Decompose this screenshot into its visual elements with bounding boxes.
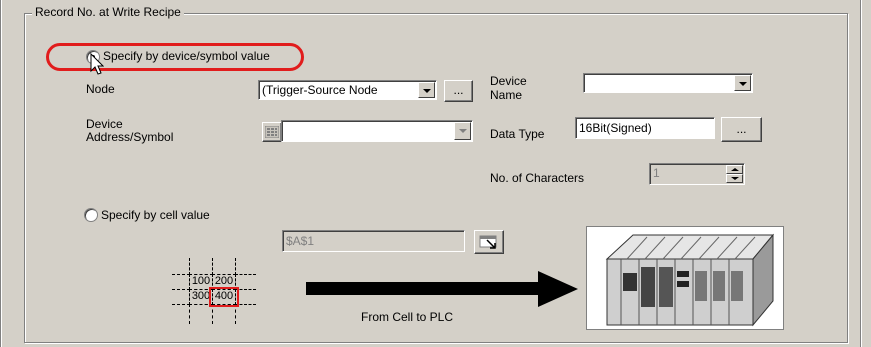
device-name-label-line1: Device (490, 74, 527, 88)
chevron-down-icon (423, 89, 431, 93)
select-range-icon (479, 235, 497, 249)
chevron-down-icon (459, 129, 467, 133)
cell-select-button[interactable] (474, 230, 504, 254)
node-dropdown-button[interactable] (418, 82, 435, 98)
sheet-cell (212, 304, 236, 324)
num-chars-label: No. of Characters (490, 171, 585, 185)
chevron-up-icon (731, 168, 739, 171)
sheet-cell (172, 258, 190, 275)
sheet-cell (235, 304, 256, 324)
cell-highlight (209, 287, 239, 307)
node-label: Node (86, 82, 115, 96)
arrow-right-icon (538, 271, 578, 307)
group-title: Record No. at Write Recipe (32, 5, 184, 19)
device-address-combo[interactable] (281, 120, 473, 142)
chevron-down-icon (739, 82, 747, 86)
spin-down-button[interactable] (726, 174, 743, 183)
left-border-highlight (1, 0, 2, 347)
device-name-label-line2: Name (490, 88, 523, 102)
plc-image-frame (586, 226, 784, 330)
chevron-down-icon (731, 177, 739, 180)
device-name-combo[interactable] (583, 73, 753, 93)
address-input-keypad-button (262, 122, 282, 142)
node-combo[interactable]: (Trigger-Source Node (258, 80, 437, 100)
data-type-label: Data Type (490, 127, 545, 141)
device-name-dropdown-button[interactable] (734, 75, 751, 91)
right-border-highlight (861, 0, 862, 347)
radio-cell-value-label: Specify by cell value (101, 208, 210, 222)
keypad-icon (264, 125, 280, 139)
plc-icon (605, 233, 775, 327)
sheet-cell (172, 289, 190, 305)
radio-cell-value[interactable] (84, 208, 98, 222)
device-address-dropdown-button[interactable] (454, 122, 471, 140)
sheet-cell (189, 304, 213, 324)
num-chars-value: 1 (653, 166, 660, 180)
node-browse-button[interactable]: ... (444, 80, 473, 102)
device-address-label-line2: Address/Symbol (86, 130, 174, 144)
sheet-cell (189, 258, 213, 275)
arrow-caption: From Cell to PLC (361, 310, 454, 324)
mouse-cursor-icon (90, 53, 104, 75)
sheet-cell (212, 258, 236, 275)
sheet-cell (235, 258, 256, 275)
highlight-oval (46, 43, 304, 71)
node-value: (Trigger-Source Node (262, 83, 378, 97)
num-chars-spin-buttons[interactable] (726, 165, 743, 183)
arrow-shaft (306, 282, 540, 295)
data-type-field[interactable]: 16Bit(Signed) (575, 117, 715, 139)
sheet-cell (172, 304, 190, 324)
sheet-cell (172, 274, 190, 290)
num-chars-spinner[interactable]: 1 (649, 163, 745, 185)
cell-address-field[interactable]: $A$1 (282, 230, 465, 252)
data-type-browse-button[interactable]: ... (721, 117, 762, 142)
spin-up-button[interactable] (726, 165, 743, 174)
